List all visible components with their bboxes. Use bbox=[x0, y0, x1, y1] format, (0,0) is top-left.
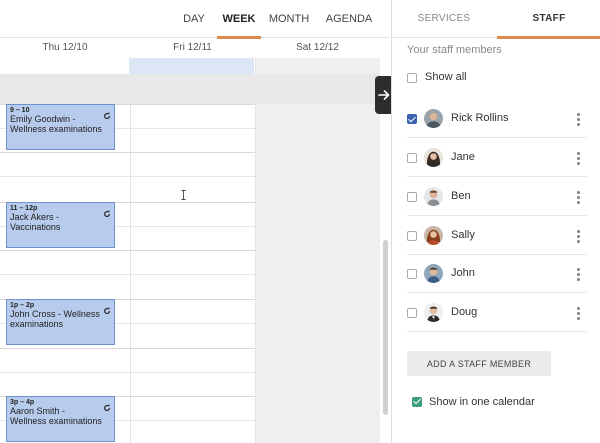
recurring-icon bbox=[104, 307, 110, 314]
view-tabs: DAY WEEK MONTH AGENDA bbox=[0, 0, 390, 39]
recurring-icon bbox=[104, 210, 110, 217]
staff-checkbox[interactable] bbox=[407, 153, 417, 163]
calendar-scrollbar[interactable] bbox=[383, 240, 388, 415]
avatar bbox=[424, 148, 443, 167]
day-column-sat[interactable] bbox=[255, 58, 380, 443]
staff-panel: SERVICES STAFF Your staff members Show a… bbox=[391, 0, 600, 443]
day-header-sat[interactable]: Sat 12/12 bbox=[255, 38, 380, 58]
staff-name: Jane bbox=[451, 151, 475, 163]
more-options-icon[interactable] bbox=[576, 151, 582, 165]
event-time: 1p – 2p bbox=[10, 302, 35, 309]
more-options-icon[interactable] bbox=[576, 190, 582, 204]
more-options-icon[interactable] bbox=[576, 267, 582, 281]
staff-checkbox[interactable] bbox=[407, 114, 417, 124]
tab-week[interactable]: WEEK bbox=[217, 0, 261, 39]
calendar-week-view: DAY WEEK MONTH AGENDA Thu 12/10 Fri 12/1… bbox=[0, 0, 390, 443]
staff-row-sally[interactable]: Sally bbox=[407, 217, 587, 255]
hour-line bbox=[0, 250, 255, 251]
avatar bbox=[424, 264, 443, 283]
more-options-icon[interactable] bbox=[576, 229, 582, 243]
show-all-row[interactable]: Show all bbox=[407, 59, 587, 97]
avatar bbox=[424, 109, 443, 128]
tab-agenda[interactable]: AGENDA bbox=[325, 0, 373, 38]
show-in-one-calendar-checkbox[interactable] bbox=[412, 397, 422, 407]
event-title: Jack Akers - Vaccinations bbox=[10, 212, 61, 232]
appointment-event[interactable]: 1p – 2p John Cross - Wellness examinatio… bbox=[6, 299, 115, 345]
event-title: John Cross - Wellness examinations bbox=[10, 309, 100, 329]
avatar bbox=[424, 303, 443, 322]
half-hour-line bbox=[0, 372, 255, 373]
today-highlight bbox=[129, 58, 254, 74]
add-staff-member-button[interactable]: ADD A STAFF MEMBER bbox=[407, 351, 551, 376]
tab-staff[interactable]: STAFF bbox=[497, 0, 600, 39]
calendar-grid: 9 – 10 Emily Goodwin - Wellness examinat… bbox=[0, 58, 380, 443]
staff-row-ben[interactable]: Ben bbox=[407, 178, 587, 216]
more-options-icon[interactable] bbox=[576, 306, 582, 320]
day-header-thu[interactable]: Thu 12/10 bbox=[0, 38, 130, 58]
tab-month[interactable]: MONTH bbox=[266, 0, 312, 38]
staff-name: Sally bbox=[451, 229, 475, 241]
event-time: 9 – 10 bbox=[10, 107, 30, 114]
staff-row-doug[interactable]: Doug bbox=[407, 294, 587, 332]
show-all-checkbox[interactable] bbox=[407, 73, 417, 83]
event-title: Emily Goodwin - Wellness examinations bbox=[10, 114, 102, 134]
appointment-event[interactable]: 9 – 10 Emily Goodwin - Wellness examinat… bbox=[6, 104, 115, 150]
more-options-icon[interactable] bbox=[576, 112, 582, 126]
tab-day[interactable]: DAY bbox=[177, 0, 211, 38]
avatar bbox=[424, 187, 443, 206]
staff-row-john[interactable]: John bbox=[407, 255, 587, 293]
show-in-one-calendar-label: Show in one calendar bbox=[429, 396, 535, 408]
staff-row-rick-rollins[interactable]: Rick Rollins bbox=[407, 100, 587, 138]
appointment-event[interactable]: 3p – 4p Aaron Smith - Wellness examinati… bbox=[6, 396, 115, 442]
event-time: 11 – 12p bbox=[10, 205, 38, 212]
event-title: Aaron Smith - Wellness examinations bbox=[10, 406, 102, 426]
event-time: 3p – 4p bbox=[10, 399, 35, 406]
staff-subtitle: Your staff members bbox=[407, 44, 502, 56]
half-hour-line bbox=[0, 274, 255, 275]
staff-checkbox[interactable] bbox=[407, 231, 417, 241]
show-all-label: Show all bbox=[425, 71, 467, 83]
recurring-icon bbox=[104, 404, 110, 411]
appointment-event[interactable]: 11 – 12p Jack Akers - Vaccinations bbox=[6, 202, 115, 248]
text-cursor-icon bbox=[181, 190, 186, 200]
avatar bbox=[424, 226, 443, 245]
staff-checkbox[interactable] bbox=[407, 192, 417, 202]
staff-name: Rick Rollins bbox=[451, 112, 509, 124]
half-hour-line bbox=[0, 176, 255, 177]
staff-name: Ben bbox=[451, 190, 471, 202]
staff-name: Doug bbox=[451, 306, 478, 318]
staff-checkbox[interactable] bbox=[407, 308, 417, 318]
staff-row-jane[interactable]: Jane bbox=[407, 139, 587, 177]
day-header-fri[interactable]: Fri 12/11 bbox=[130, 38, 255, 58]
tab-services[interactable]: SERVICES bbox=[392, 0, 496, 38]
hour-line bbox=[0, 152, 255, 153]
panel-tabs: SERVICES STAFF bbox=[392, 0, 600, 39]
staff-name: John bbox=[451, 267, 475, 279]
hour-line bbox=[0, 348, 255, 349]
all-day-row[interactable] bbox=[0, 74, 380, 104]
recurring-icon bbox=[104, 112, 110, 119]
staff-checkbox[interactable] bbox=[407, 269, 417, 279]
